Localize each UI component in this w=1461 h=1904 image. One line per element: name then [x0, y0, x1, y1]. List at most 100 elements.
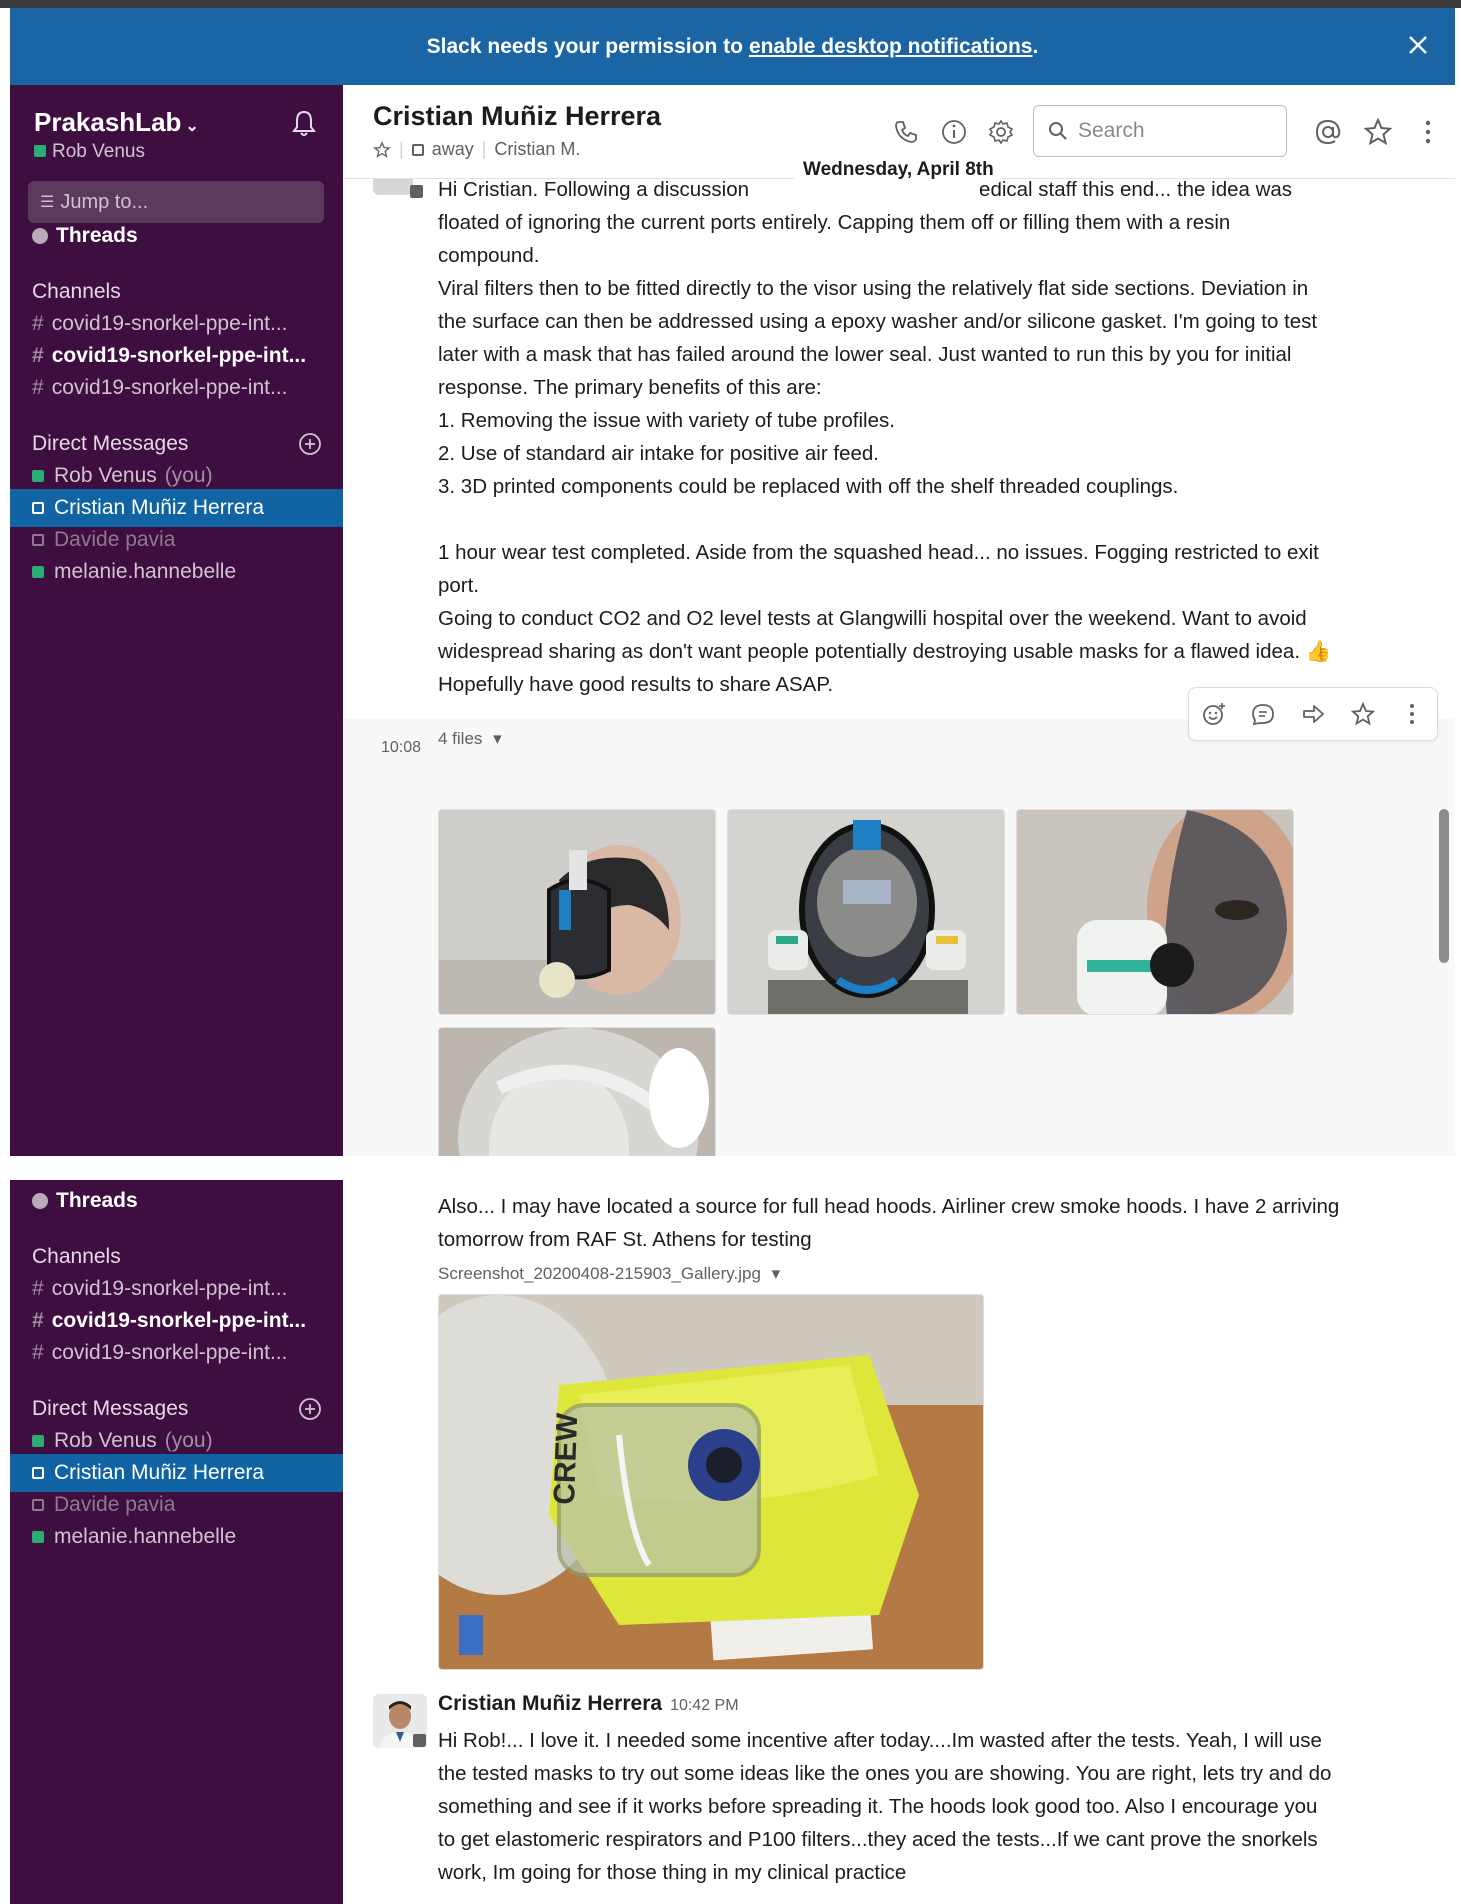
message-line: to get elastomeric respirators and P100 … — [438, 1828, 1318, 1851]
crew-label: CREW — [548, 1412, 584, 1505]
channel-title[interactable]: Cristian Muñiz Herrera — [373, 101, 661, 132]
files-label: 4 files — [438, 729, 483, 748]
current-user: Rob Venus — [34, 141, 145, 163]
message-timestamp[interactable]: 10:42 PM — [670, 1697, 738, 1714]
files-toggle[interactable]: 4 files ▾ — [438, 729, 502, 749]
mentions-icon[interactable] — [1313, 117, 1343, 147]
attachment-name[interactable]: Screenshot_20200408-215903_Gallery.jpg ▾ — [438, 1264, 780, 1284]
hash-icon: # — [32, 376, 44, 399]
search-input[interactable]: Search — [1033, 105, 1287, 157]
message-pane: Also... I may have located a source for … — [343, 1180, 1455, 1904]
more-vertical-icon[interactable] — [1413, 117, 1443, 147]
presence-active-icon — [32, 566, 44, 578]
chevron-down-icon: ▾ — [771, 1264, 781, 1283]
channel-label: covid19-snorkel-ppe-int... — [51, 1309, 307, 1332]
star-icon[interactable] — [373, 140, 391, 159]
dm-header-label: Direct Messages — [32, 432, 189, 455]
sidebar-item-dm[interactable]: melanie.hannebelle — [10, 553, 343, 591]
star-icon[interactable] — [1350, 701, 1376, 727]
search-placeholder: Search — [1078, 119, 1145, 142]
image-thumbnail[interactable] — [727, 809, 1005, 1015]
message-line: later with a mask that has failed around… — [438, 343, 1292, 366]
presence-away-icon — [410, 185, 423, 198]
add-reaction-icon[interactable] — [1201, 701, 1227, 727]
message-line: response. The primary benefits of this a… — [438, 376, 822, 399]
date-divider[interactable]: Wednesday, April 8th — [793, 155, 1004, 185]
dm-label: Rob Venus — [54, 464, 157, 487]
hash-icon: # — [32, 312, 44, 335]
channel-label: covid19-snorkel-ppe-int... — [51, 1277, 288, 1300]
enable-notifications-link[interactable]: enable desktop notifications — [749, 35, 1033, 59]
message-line: tomorrow from RAF St. Athens for testing — [438, 1228, 812, 1251]
sidebar-item-dm[interactable]: melanie.hannebelle — [10, 1518, 343, 1556]
message-text: Also... I may have located a source for … — [438, 1190, 1418, 1256]
author-name[interactable]: Cristian Muñiz Herrera — [438, 1692, 662, 1715]
sidebar-item-threads[interactable]: Threads — [10, 217, 343, 255]
channels-header-label: Channels — [32, 1245, 121, 1268]
image-thumbnail[interactable] — [438, 809, 716, 1015]
message-line: widespread sharing as don't want people … — [438, 640, 1332, 663]
message-pane: Cristian Muñiz Herrera | away | Cristian… — [343, 85, 1455, 1156]
presence-away-icon — [32, 534, 44, 546]
avatar[interactable] — [373, 1694, 427, 1748]
scrollbar[interactable] — [1439, 809, 1449, 963]
hash-icon: # — [32, 1341, 44, 1364]
sidebar-item-channel[interactable]: # covid19-snorkel-ppe-int... — [10, 1334, 343, 1372]
banner-text: Slack needs your permission to — [426, 34, 743, 58]
sidebar-item-threads[interactable]: Threads — [10, 1182, 343, 1220]
message-actions — [1188, 687, 1438, 741]
phone-icon[interactable] — [891, 117, 921, 147]
message-line: 3. 3D printed components could be replac… — [438, 475, 1179, 498]
message-text: 1 hour wear test completed. Aside from t… — [438, 536, 1418, 701]
more-actions-icon[interactable] — [1399, 701, 1425, 727]
mask-photo-side — [439, 810, 715, 1014]
add-dm-icon[interactable] — [297, 1396, 323, 1422]
smoke-hood-photo: CREW — [439, 1295, 983, 1669]
message-line: Going to conduct CO2 and O2 level tests … — [438, 607, 1307, 630]
dm-label: melanie.hannebelle — [54, 1525, 237, 1548]
message-header: Cristian Muñiz Herrera 10:42 PM — [438, 1692, 739, 1716]
add-dm-icon[interactable] — [297, 431, 323, 457]
info-icon[interactable] — [939, 117, 969, 147]
message-line: Viral filters then to be fitted directly… — [438, 277, 1309, 300]
hash-icon: # — [32, 344, 44, 367]
message-line: Also... I may have located a source for … — [438, 1195, 1340, 1218]
jump-icon: ☰ — [40, 194, 55, 211]
dm-label: melanie.hannebelle — [54, 560, 237, 583]
mask-photo-front — [728, 810, 1004, 1014]
divider: | — [481, 139, 487, 159]
chevron-down-icon: ▾ — [493, 729, 502, 748]
message-list: Hi Cristian. Following a discussion edica… — [343, 179, 1455, 1156]
notification-banner: Slack needs your permission to enable de… — [10, 8, 1455, 85]
image-thumbnail[interactable] — [438, 1027, 716, 1156]
message-timestamp[interactable]: 10:08 — [381, 739, 421, 757]
channel-meta: | away | Cristian M. — [373, 139, 580, 160]
attachment-image[interactable]: CREW — [438, 1294, 984, 1670]
close-icon[interactable] — [1403, 30, 1433, 60]
starred-icon[interactable] — [1363, 117, 1393, 147]
gear-icon[interactable] — [986, 117, 1016, 147]
chevron-down-icon: ⌄ — [185, 118, 199, 135]
message-line: 2. Use of standard air intake for positi… — [438, 442, 879, 465]
reply-thread-icon[interactable] — [1250, 701, 1276, 727]
presence-active-icon — [34, 145, 46, 157]
sidebar: PrakashLab ⌄ Rob Venus ☰ Jump to... Threa… — [10, 85, 343, 1156]
away-status-icon — [411, 143, 424, 156]
workspace-menu[interactable]: PrakashLab ⌄ — [34, 107, 199, 138]
channels-header-label: Channels — [32, 280, 121, 303]
message-line: port. — [438, 574, 480, 597]
dm-label: Cristian Muñiz Herrera — [54, 1461, 265, 1484]
avatar — [373, 179, 413, 195]
presence-away-icon — [32, 1467, 44, 1479]
image-thumbnail[interactable] — [1016, 809, 1294, 1015]
bell-icon[interactable] — [288, 107, 320, 139]
message-line: floated of ignoring the current ports en… — [438, 211, 1231, 234]
dm-label: Davide pavia — [54, 1493, 176, 1516]
mask-photo-closeup — [1017, 810, 1293, 1014]
sidebar-item-channel[interactable]: # covid19-snorkel-ppe-int... — [10, 369, 343, 407]
message-line: work, Im going for those thing in my cli… — [438, 1861, 907, 1884]
share-icon[interactable] — [1300, 701, 1326, 727]
window-top-border — [0, 0, 1461, 8]
channel-label: covid19-snorkel-ppe-int... — [51, 344, 307, 367]
threads-label: Threads — [56, 1189, 138, 1212]
